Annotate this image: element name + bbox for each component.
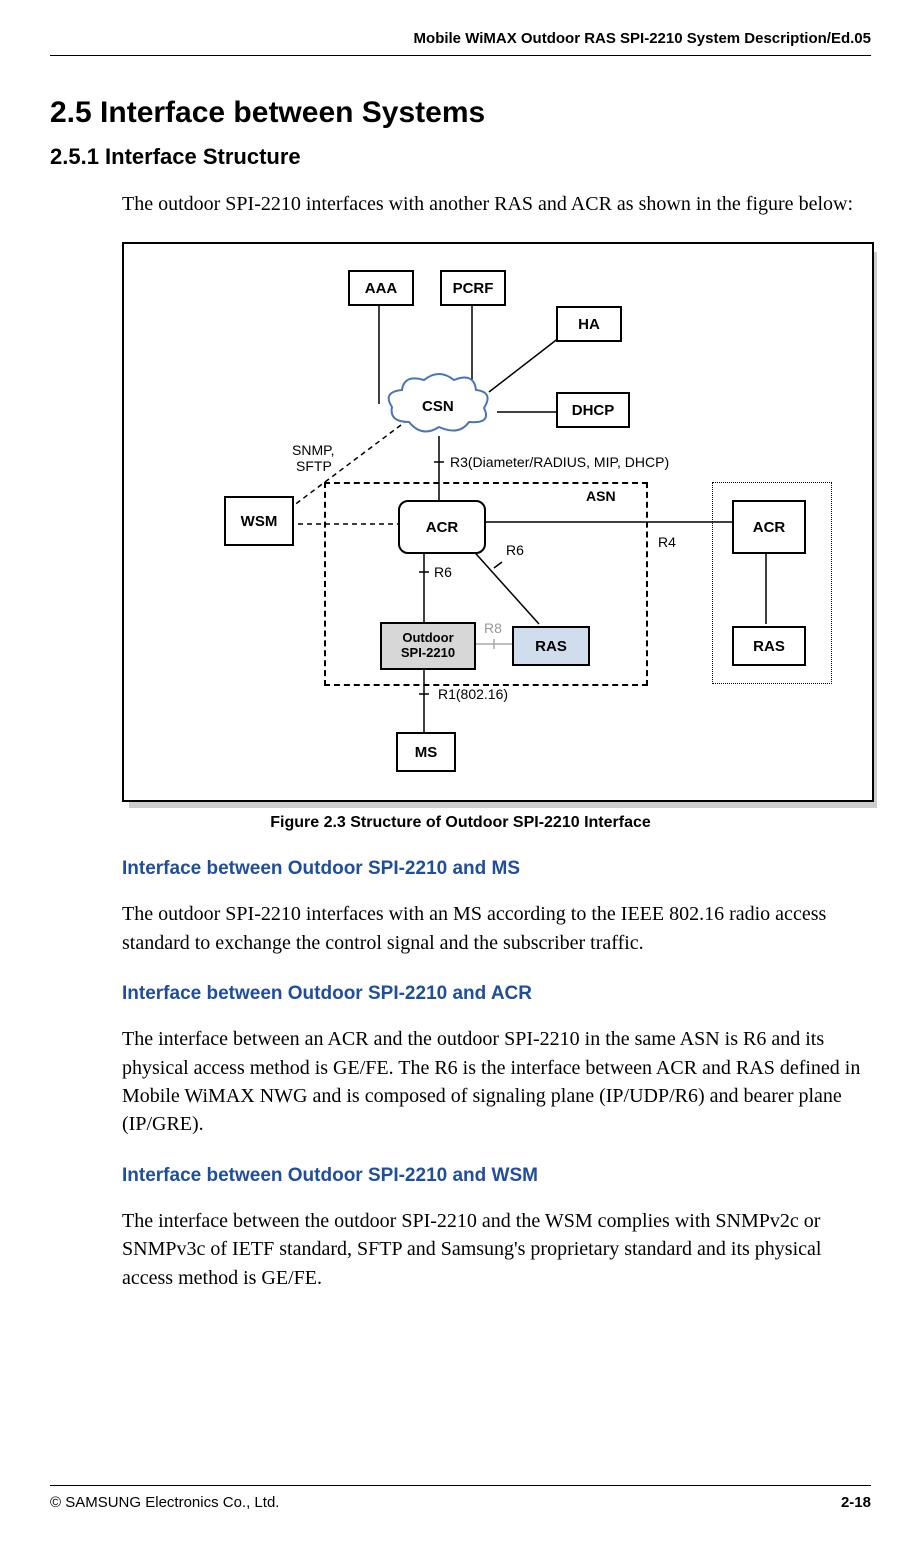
diagram-container: CSN AAA PCRF HA DHCP WSM ASN ACR ACR Out… — [122, 242, 874, 802]
page-footer: © SAMSUNG Electronics Co., Ltd. 2-18 — [50, 1485, 871, 1511]
acr-box: ACR — [398, 500, 486, 554]
r8-label: R8 — [484, 620, 502, 636]
ha-box: HA — [556, 306, 622, 342]
asn-label: ASN — [586, 488, 616, 504]
dhcp-box: DHCP — [556, 392, 630, 428]
r6-label-a: R6 — [434, 564, 452, 580]
subsection-heading: 2.5.1 Interface Structure — [50, 144, 871, 170]
footer-copyright: © SAMSUNG Electronics Co., Ltd. — [50, 1494, 279, 1511]
page-header: Mobile WiMAX Outdoor RAS SPI-2210 System… — [50, 30, 871, 56]
ras-box: RAS — [512, 626, 590, 666]
csn-label: CSN — [422, 398, 454, 415]
subheading-acr: Interface between Outdoor SPI-2210 and A… — [122, 983, 871, 1005]
figure-caption: Figure 2.3 Structure of Outdoor SPI-2210… — [50, 814, 871, 832]
section-heading: 2.5 Interface between Systems — [50, 96, 871, 130]
page: Mobile WiMAX Outdoor RAS SPI-2210 System… — [0, 0, 921, 1551]
subheading-wsm: Interface between Outdoor SPI-2210 and W… — [122, 1165, 871, 1187]
csn-cloud: CSN — [384, 372, 494, 440]
ras2-box: RAS — [732, 626, 806, 666]
header-title: Mobile WiMAX Outdoor RAS SPI-2210 System… — [414, 30, 871, 47]
intro-paragraph: The outdoor SPI-2210 interfaces with ano… — [122, 190, 871, 218]
snmp-label: SNMP, — [292, 442, 335, 458]
outdoor-spi-box: Outdoor SPI-2210 — [380, 622, 476, 670]
r6-label-b: R6 — [506, 542, 524, 558]
r3-label: R3(Diameter/RADIUS, MIP, DHCP) — [450, 454, 669, 470]
paragraph-wsm: The interface between the outdoor SPI-22… — [122, 1207, 871, 1292]
r4-label: R4 — [658, 534, 676, 550]
wsm-box: WSM — [224, 496, 294, 546]
aaa-box: AAA — [348, 270, 414, 306]
r1-label: R1(802.16) — [438, 686, 508, 702]
acr2-box: ACR — [732, 500, 806, 554]
subheading-ms: Interface between Outdoor SPI-2210 and M… — [122, 858, 871, 880]
paragraph-ms: The outdoor SPI-2210 interfaces with an … — [122, 900, 871, 957]
sftp-label: SFTP — [296, 458, 332, 474]
asn-region — [324, 482, 648, 686]
pcrf-box: PCRF — [440, 270, 506, 306]
paragraph-acr: The interface between an ACR and the out… — [122, 1025, 871, 1139]
footer-page: 2-18 — [841, 1494, 871, 1511]
ms-box: MS — [396, 732, 456, 772]
